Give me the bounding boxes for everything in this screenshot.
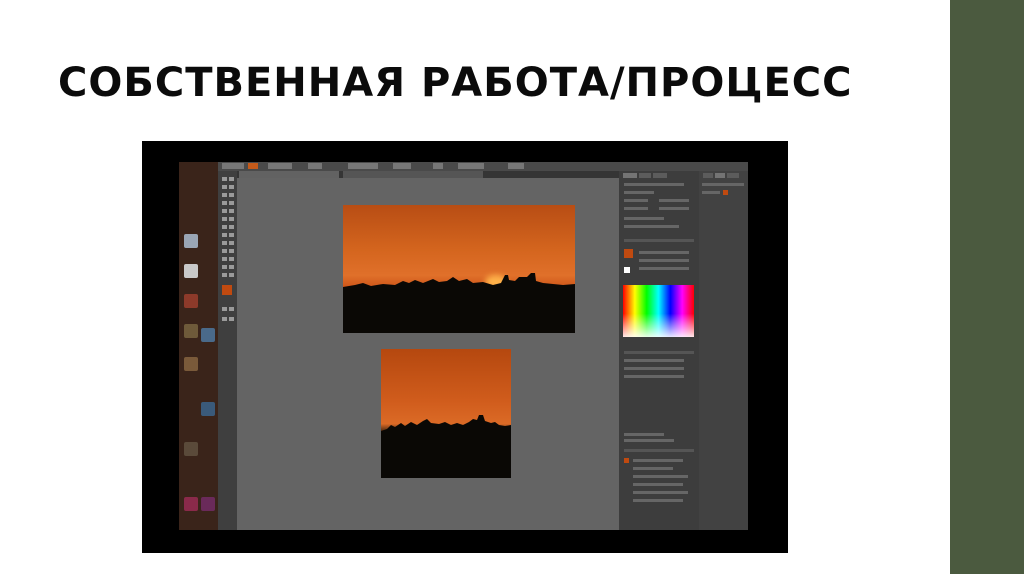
desktop-file-icon [184, 442, 198, 456]
document-tabs[interactable] [237, 171, 619, 178]
artboard-sunset-square[interactable] [381, 349, 511, 478]
desktop-background [179, 162, 218, 530]
properties-panel[interactable] [619, 171, 699, 530]
desktop-file-icon [184, 264, 198, 278]
artboard-sunset-panorama[interactable] [343, 205, 575, 333]
color-spectrum[interactable] [623, 285, 694, 337]
slide-title: СОБСТВЕННАЯ РАБОТА/ПРОЦЕСС [58, 60, 853, 106]
desktop-file-icon [184, 234, 198, 248]
city-silhouette [381, 415, 511, 478]
desktop-file-icon [184, 357, 198, 371]
fill-color-icon[interactable] [624, 249, 633, 258]
illustrator-screenshot [142, 141, 788, 553]
decorative-side-bar [950, 0, 1024, 574]
desktop-folder-icon [184, 324, 198, 338]
desktop-winrar-icon [184, 497, 198, 511]
appearance-fill-icon[interactable] [624, 458, 629, 463]
city-silhouette [343, 273, 575, 333]
desktop-file-icon [184, 294, 198, 308]
desktop-winrar-icon [201, 497, 215, 511]
stroke-color-icon[interactable] [624, 267, 630, 273]
desktop-file-icon [201, 402, 215, 416]
fill-swatch-icon[interactable] [222, 285, 232, 295]
menu-bar [218, 162, 748, 171]
tools-panel[interactable] [218, 171, 237, 530]
layers-panel[interactable] [699, 171, 748, 530]
desktop-file-icon [201, 328, 215, 342]
layer-thumbnail-icon [723, 190, 728, 195]
artboard-canvas[interactable] [237, 178, 619, 530]
